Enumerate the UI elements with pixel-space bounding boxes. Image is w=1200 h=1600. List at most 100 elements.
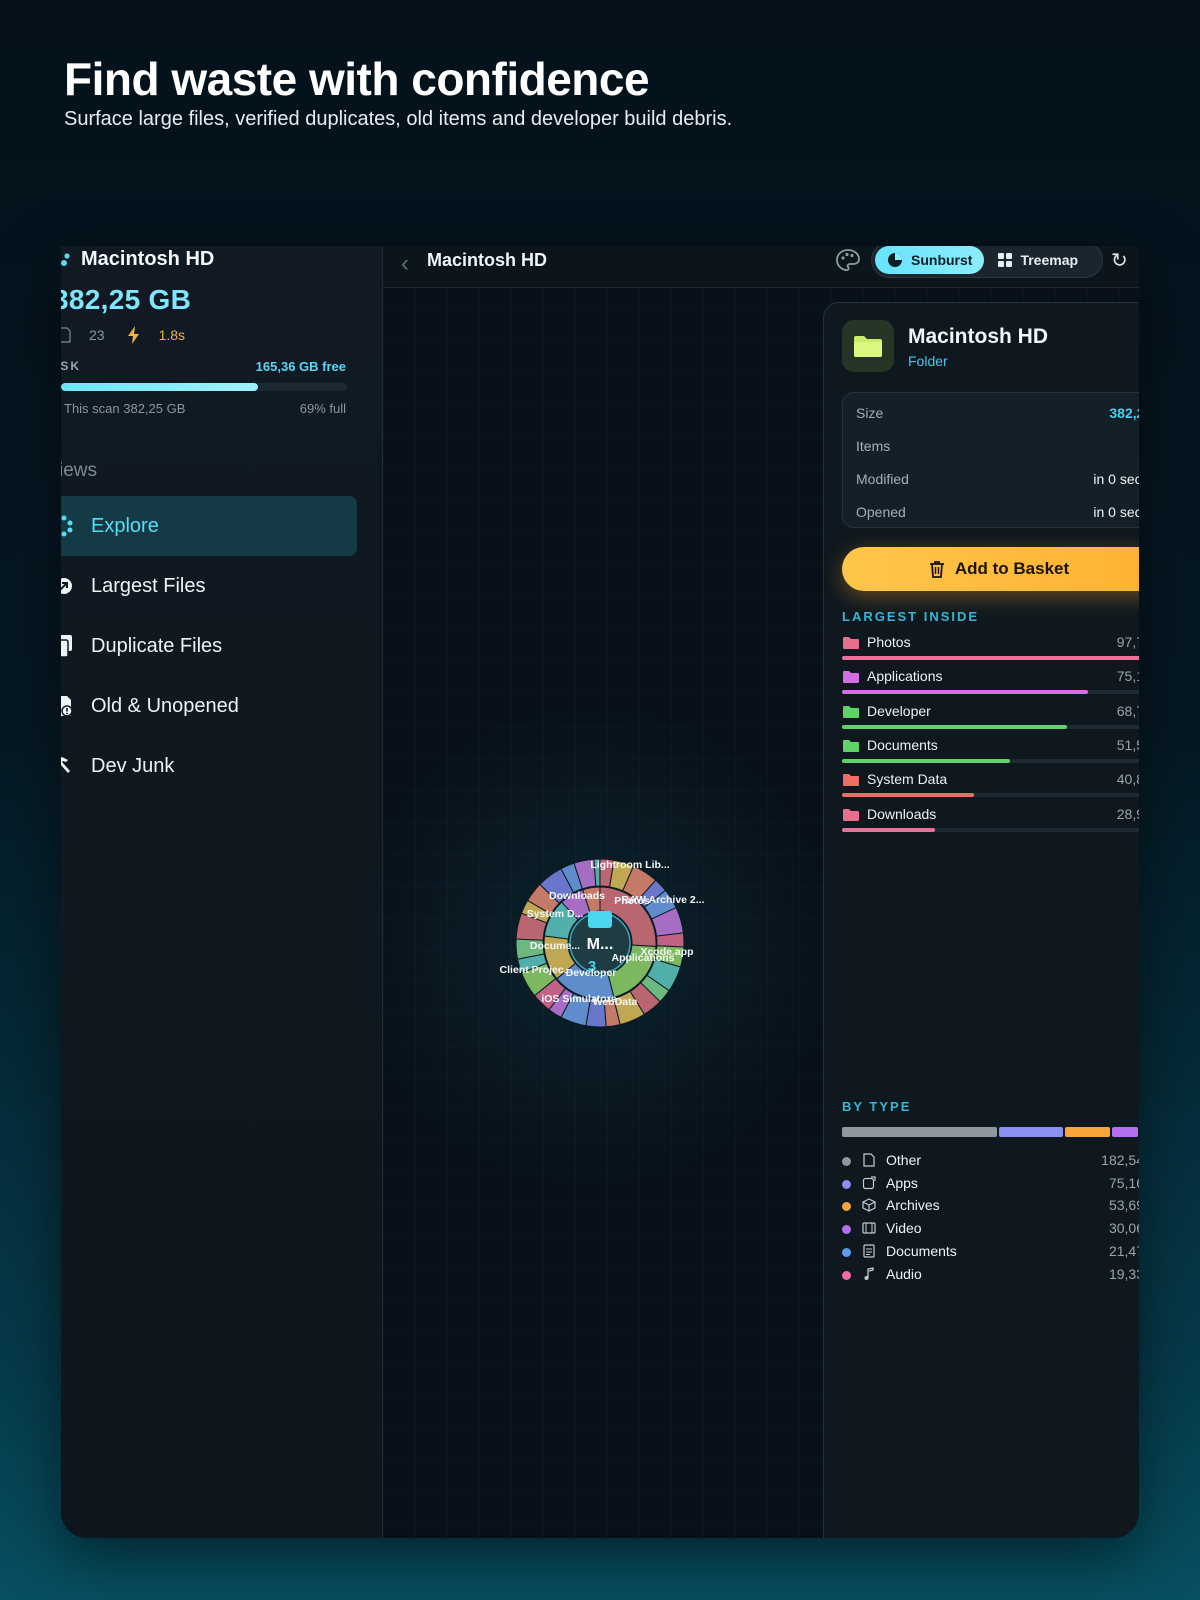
sunburst-segment-label: Xcode.app <box>640 946 693 958</box>
pie-chart-icon <box>888 253 902 267</box>
prop-size-value: 382,25 G <box>1109 405 1139 421</box>
folder-icon <box>843 808 859 821</box>
largest-item-row[interactable]: System Data 40,8 <box>842 770 1139 804</box>
largest-item-size: 75,1 <box>1116 668 1139 685</box>
type-size: 75,16 <box>1108 1174 1139 1191</box>
sunburst-segment-label: Docume... <box>530 940 580 952</box>
sunburst-segment-label: WebData <box>593 996 638 1008</box>
main-content: ‹ Macintosh HD Sunburst Treemap ↻ M... 3 L… <box>383 246 1139 1538</box>
largest-item-name: Documents <box>867 736 938 753</box>
disk-free: 165,36 GB free <box>255 359 346 374</box>
duplicate-docs-icon <box>61 635 73 658</box>
type-row[interactable]: Audio 19,33 <box>842 1266 1139 1288</box>
prop-modified-label: Modified <box>856 471 909 487</box>
disk-name: Macintosh HD <box>81 248 215 270</box>
type-distribution-bar <box>842 1127 1139 1137</box>
archive-box-icon <box>862 1198 876 1213</box>
sunburst-button[interactable]: Sunburst <box>875 246 985 274</box>
largest-item-fill <box>842 793 974 798</box>
type-row[interactable]: Archives 53,69 <box>842 1197 1139 1219</box>
add-to-basket-button[interactable]: Add to Basket <box>842 547 1139 591</box>
type-name: Audio <box>886 1265 922 1282</box>
sidebar-item-label: Dev Junk <box>91 754 175 777</box>
sunburst-label: Sunburst <box>911 252 973 268</box>
largest-item-row[interactable]: Developer 68,7 <box>842 702 1139 736</box>
sunburst-segment-label: Lightroom Lib... <box>590 859 669 871</box>
app-icon <box>862 1176 876 1189</box>
type-size: 21,47 <box>1108 1242 1139 1259</box>
sidebar-item-dev-junk[interactable]: Dev Junk <box>61 736 357 796</box>
largest-item-row[interactable]: Applications 75,1 <box>842 667 1139 701</box>
sidebar-item-explore[interactable]: Explore <box>61 496 357 556</box>
type-segment-apps <box>999 1127 1063 1137</box>
hero-title: Find waste with confidence <box>64 53 650 105</box>
bolt-icon <box>127 326 139 344</box>
prop-items-label: Items <box>856 438 891 454</box>
scan-time: 1.8s <box>158 327 186 343</box>
view-mode-toggle: Sunburst Treemap <box>871 246 1103 278</box>
disk-usage-fill <box>61 383 259 391</box>
sidebar-item-largest-files[interactable]: Largest Files <box>61 556 357 616</box>
sunburst-icon <box>61 515 73 537</box>
folder-icon <box>588 911 612 928</box>
type-name: Video <box>886 1220 922 1237</box>
refresh-icon[interactable]: ↻ <box>1111 248 1128 273</box>
type-color-dot <box>842 1202 851 1212</box>
treemap-label: Treemap <box>1020 252 1079 268</box>
folder-icon <box>843 637 859 649</box>
type-row[interactable]: Other 182,54 <box>842 1152 1139 1174</box>
sunburst-segment-label: Downloads <box>549 890 605 902</box>
grid-icon <box>998 253 1013 267</box>
app-window: Macintosh HD 382,25 GB 23 1.8s ISK 165,3… <box>61 246 1139 1538</box>
sidebar-item-old-unopened[interactable]: Old & Unopened <box>61 676 357 736</box>
treemap-button[interactable]: Treemap <box>986 246 1090 274</box>
music-note-icon <box>864 1266 874 1280</box>
disk-header[interactable]: Macintosh HD <box>61 248 214 271</box>
largest-item-name: Applications <box>867 668 943 685</box>
largest-item-row[interactable]: Downloads 28,9 <box>842 805 1139 839</box>
sunburst-segment-label: System D... <box>527 908 584 920</box>
sunburst-segment-label: RAW Archive 2... <box>621 894 704 906</box>
type-row[interactable]: Apps 75,16 <box>842 1175 1139 1197</box>
largest-item-size: 28,9 <box>1116 805 1139 822</box>
disk-total-size: 382,25 GB <box>61 284 192 315</box>
type-size: 53,69 <box>1108 1197 1139 1214</box>
trash-icon <box>929 561 944 578</box>
sidebar-item-label: Explore <box>91 514 159 537</box>
scan-meta: 23 1.8s <box>61 326 185 344</box>
film-icon <box>862 1222 876 1234</box>
type-name: Other <box>886 1152 922 1168</box>
type-size: 182,54 <box>1101 1152 1139 1168</box>
sidebar-item-label: Largest Files <box>91 574 206 597</box>
type-row[interactable]: Documents 21,47 <box>842 1243 1139 1265</box>
folder-icon <box>843 705 859 718</box>
disk-icon <box>61 252 70 266</box>
sidebar-item-label: Old & Unopened <box>91 694 239 717</box>
largest-item-fill <box>842 758 1010 763</box>
chart-arrow-icon <box>61 575 73 597</box>
largest-item-row[interactable]: Documents 51,5 <box>842 736 1139 770</box>
scan-size: This scan 382,25 GB <box>64 401 186 416</box>
prop-opened-value: in 0 second <box>1093 504 1139 520</box>
type-row[interactable]: Video 30,06 <box>842 1220 1139 1242</box>
sunburst-segment-label: Developer <box>566 967 617 979</box>
type-size: 19,33 <box>1108 1265 1139 1282</box>
document-icon <box>863 1153 875 1167</box>
largest-item-name: Photos <box>867 634 911 650</box>
largest-item-row[interactable]: Photos 97,7 <box>842 633 1139 667</box>
toolbar: ‹ Macintosh HD Sunburst Treemap ↻ <box>383 246 1139 288</box>
palette-icon[interactable] <box>835 248 861 272</box>
largest-item-name: System Data <box>867 771 948 788</box>
type-segment-other <box>842 1127 997 1137</box>
inspector-panel: Macintosh HD Folder Size 382,25 G Items … <box>823 302 1139 1538</box>
largest-item-size: 40,8 <box>1116 771 1139 788</box>
views-heading: iews <box>61 460 98 481</box>
type-size: 30,06 <box>1108 1220 1139 1237</box>
sidebar-item-duplicate-files[interactable]: Duplicate Files <box>61 616 357 676</box>
hammer-icon <box>61 755 73 777</box>
type-segment-video <box>1112 1127 1138 1137</box>
type-color-dot <box>842 1247 851 1257</box>
sunburst-chart[interactable]: M...3Lightroom Lib...Downloads PhotosRAW … <box>485 858 715 1028</box>
chevron-left-icon[interactable]: ‹ <box>401 250 409 278</box>
text-document-icon <box>863 1244 875 1258</box>
